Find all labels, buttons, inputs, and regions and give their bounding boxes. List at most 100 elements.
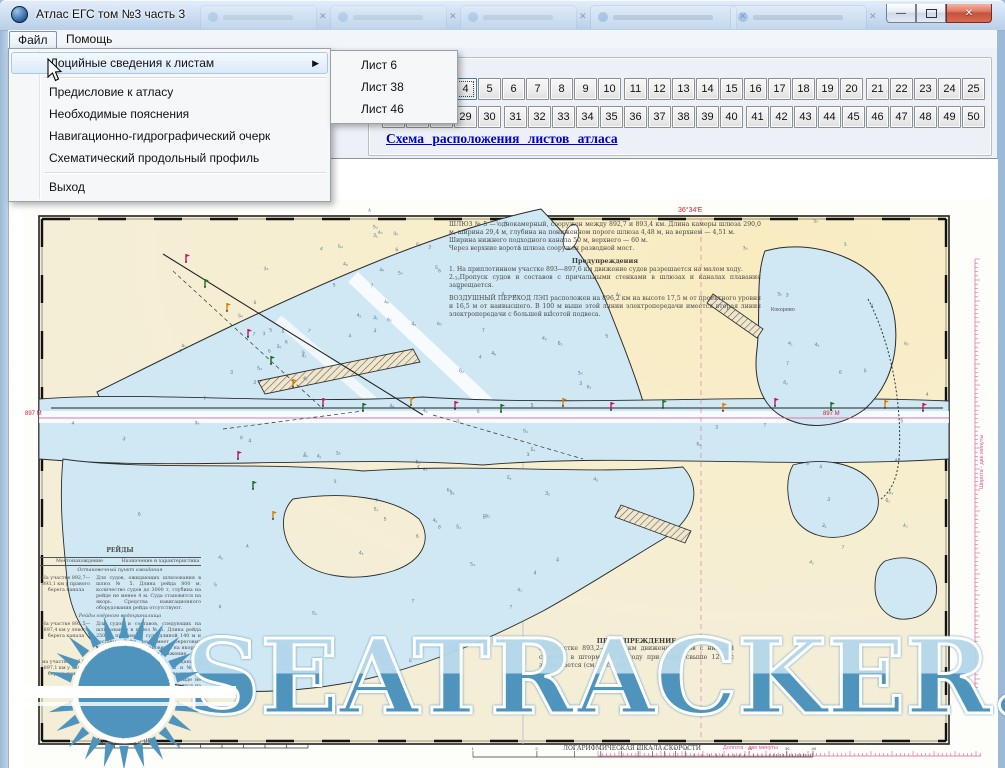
svg-text:4₂: 4₂ <box>411 321 416 327</box>
file-menu-item-3[interactable]: Необходимые пояснения <box>11 103 328 125</box>
sheet-button-5[interactable]: 5 <box>478 78 501 100</box>
svg-text:5₄: 5₄ <box>523 428 528 434</box>
svg-text:4: 4 <box>556 558 559 564</box>
sheet-button-36[interactable]: 36 <box>624 106 647 128</box>
ghost-tab-close-icon: ✕ <box>449 11 457 22</box>
menu-help[interactable]: Помощь <box>58 31 120 48</box>
submenu-item-0[interactable]: Лист 6 <box>333 54 455 76</box>
atlas-layout-link[interactable]: Схема расположения листов атласа <box>386 131 618 147</box>
sheet-button-9[interactable]: 9 <box>574 78 597 100</box>
file-menu-item-4[interactable]: Навигационно-гидрографический очерк <box>11 125 328 147</box>
sheet-button-33[interactable]: 33 <box>552 106 575 128</box>
sheet-button-21[interactable]: 21 <box>866 78 889 100</box>
svg-text:3: 3 <box>715 425 718 431</box>
maximize-button[interactable] <box>916 4 946 23</box>
minimize-button[interactable]: — <box>886 4 916 23</box>
svg-text:4₂: 4₂ <box>513 294 519 301</box>
sheet-button-43[interactable]: 43 <box>794 106 817 128</box>
svg-text:4₈: 4₈ <box>814 342 819 348</box>
svg-text:4₈: 4₈ <box>895 458 900 464</box>
svg-text:4₂: 4₂ <box>302 353 307 359</box>
ghost-tab <box>460 5 577 29</box>
sheet-button-14[interactable]: 14 <box>696 78 719 100</box>
title-bar[interactable]: Атлас ЕГС том №3 часть 3 ✕✕✕✕✕ — ✕ <box>0 0 1005 31</box>
sheet-button-22[interactable]: 22 <box>890 78 913 100</box>
map-viewport[interactable]: 44₂53₅65₄4₈736₂44₂53₅65₄4₈736₂44₂53₅65₄4… <box>8 158 998 768</box>
sheet-button-24[interactable]: 24 <box>938 78 961 100</box>
sheet-button-40[interactable]: 40 <box>720 106 743 128</box>
svg-text:5₄: 5₄ <box>373 506 379 513</box>
file-menu-item-2[interactable]: Предисловие к атласу <box>11 81 328 103</box>
sheet-button-20[interactable]: 20 <box>840 78 863 100</box>
sheet-button-39[interactable]: 39 <box>696 106 719 128</box>
sheet-button-35[interactable]: 35 <box>600 106 623 128</box>
km-label-left: 897 М <box>25 411 42 417</box>
svg-text:6₂: 6₂ <box>457 286 462 292</box>
sheet-buttons-row-1: 1234567891011121314151617181920212223242… <box>382 78 986 100</box>
sheet-button-13[interactable]: 13 <box>672 78 695 100</box>
svg-text:3₅: 3₅ <box>777 291 782 297</box>
sheet-button-18[interactable]: 18 <box>792 78 815 100</box>
svg-text:7: 7 <box>371 283 374 289</box>
svg-text:5: 5 <box>518 246 521 252</box>
ghost-tab <box>590 5 737 29</box>
sheet-button-32[interactable]: 32 <box>528 106 551 128</box>
bay-name-label: Кокорево <box>771 307 795 313</box>
file-menu-item-5[interactable]: Схематический продольный профиль <box>11 147 328 169</box>
svg-text:4₈: 4₈ <box>541 335 547 342</box>
nautical-chart: 44₂53₅65₄4₈736₂44₂53₅65₄4₈736₂44₂53₅65₄4… <box>23 159 998 768</box>
sheet-button-6[interactable]: 6 <box>502 78 525 100</box>
close-button[interactable]: ✕ <box>946 4 992 23</box>
meridian-label: 36°34'E <box>678 206 703 214</box>
sheet-button-38[interactable]: 38 <box>672 106 695 128</box>
submenu-item-2[interactable]: Лист 46 <box>333 98 455 120</box>
sheet-button-25[interactable]: 25 <box>962 78 985 100</box>
sheet-button-15[interactable]: 15 <box>720 78 743 100</box>
svg-text:6₂: 6₂ <box>459 368 464 374</box>
sheet-button-23[interactable]: 23 <box>914 78 937 100</box>
sheet-button-8[interactable]: 8 <box>550 78 573 100</box>
svg-text:5: 5 <box>900 418 903 424</box>
sheets-submenu: Лист 6Лист 38Лист 46 <box>330 50 458 124</box>
sheet-button-44[interactable]: 44 <box>818 106 841 128</box>
file-menu-item-7[interactable]: Выход <box>11 176 328 198</box>
sheet-button-11[interactable]: 11 <box>624 78 647 100</box>
sheet-button-34[interactable]: 34 <box>576 106 599 128</box>
sheet-buttons-row-2: 2627282930313233343536373839404142434445… <box>382 106 988 128</box>
sheet-button-42[interactable]: 42 <box>770 106 793 128</box>
sheet-button-19[interactable]: 19 <box>816 78 839 100</box>
menu-separator <box>44 172 326 173</box>
svg-text:40: 40 <box>812 746 817 751</box>
svg-text:4₂: 4₂ <box>787 341 793 348</box>
sheet-button-41[interactable]: 41 <box>746 106 769 128</box>
sheet-button-7[interactable]: 7 <box>526 78 549 100</box>
sheet-button-16[interactable]: 16 <box>744 78 767 100</box>
sheet-button-10[interactable]: 10 <box>598 78 621 100</box>
svg-text:5: 5 <box>483 514 486 520</box>
sheet-button-47[interactable]: 47 <box>890 106 913 128</box>
svg-text:5₄: 5₄ <box>530 447 535 453</box>
submenu-item-1[interactable]: Лист 38 <box>333 76 455 98</box>
sheet-button-30[interactable]: 30 <box>478 106 501 128</box>
sheet-button-50[interactable]: 50 <box>962 106 985 128</box>
svg-text:6: 6 <box>477 409 480 415</box>
application-window: Атлас ЕГС том №3 часть 3 ✕✕✕✕✕ — ✕ Файл … <box>0 0 1005 768</box>
svg-text:3₅: 3₅ <box>373 233 379 240</box>
sheet-button-48[interactable]: 48 <box>914 106 937 128</box>
file-menu-item-0[interactable]: Лоцийные сведения к листам▶ <box>11 52 328 74</box>
svg-text:6₂: 6₂ <box>904 341 909 347</box>
sheet-button-31[interactable]: 31 <box>504 106 527 128</box>
sheet-button-49[interactable]: 49 <box>938 106 961 128</box>
svg-text:6₂: 6₂ <box>416 242 421 248</box>
sheet-button-45[interactable]: 45 <box>842 106 865 128</box>
svg-text:5₄: 5₄ <box>238 313 243 319</box>
sheet-button-37[interactable]: 37 <box>648 106 671 128</box>
svg-text:3: 3 <box>263 331 266 337</box>
svg-text:3₅: 3₅ <box>545 491 550 497</box>
ghost-tab <box>330 5 447 29</box>
sheet-button-46[interactable]: 46 <box>866 106 889 128</box>
sheet-button-17[interactable]: 17 <box>768 78 791 100</box>
svg-text:4: 4 <box>534 571 537 577</box>
svg-text:6₂: 6₂ <box>387 317 392 323</box>
sheet-button-12[interactable]: 12 <box>648 78 671 100</box>
